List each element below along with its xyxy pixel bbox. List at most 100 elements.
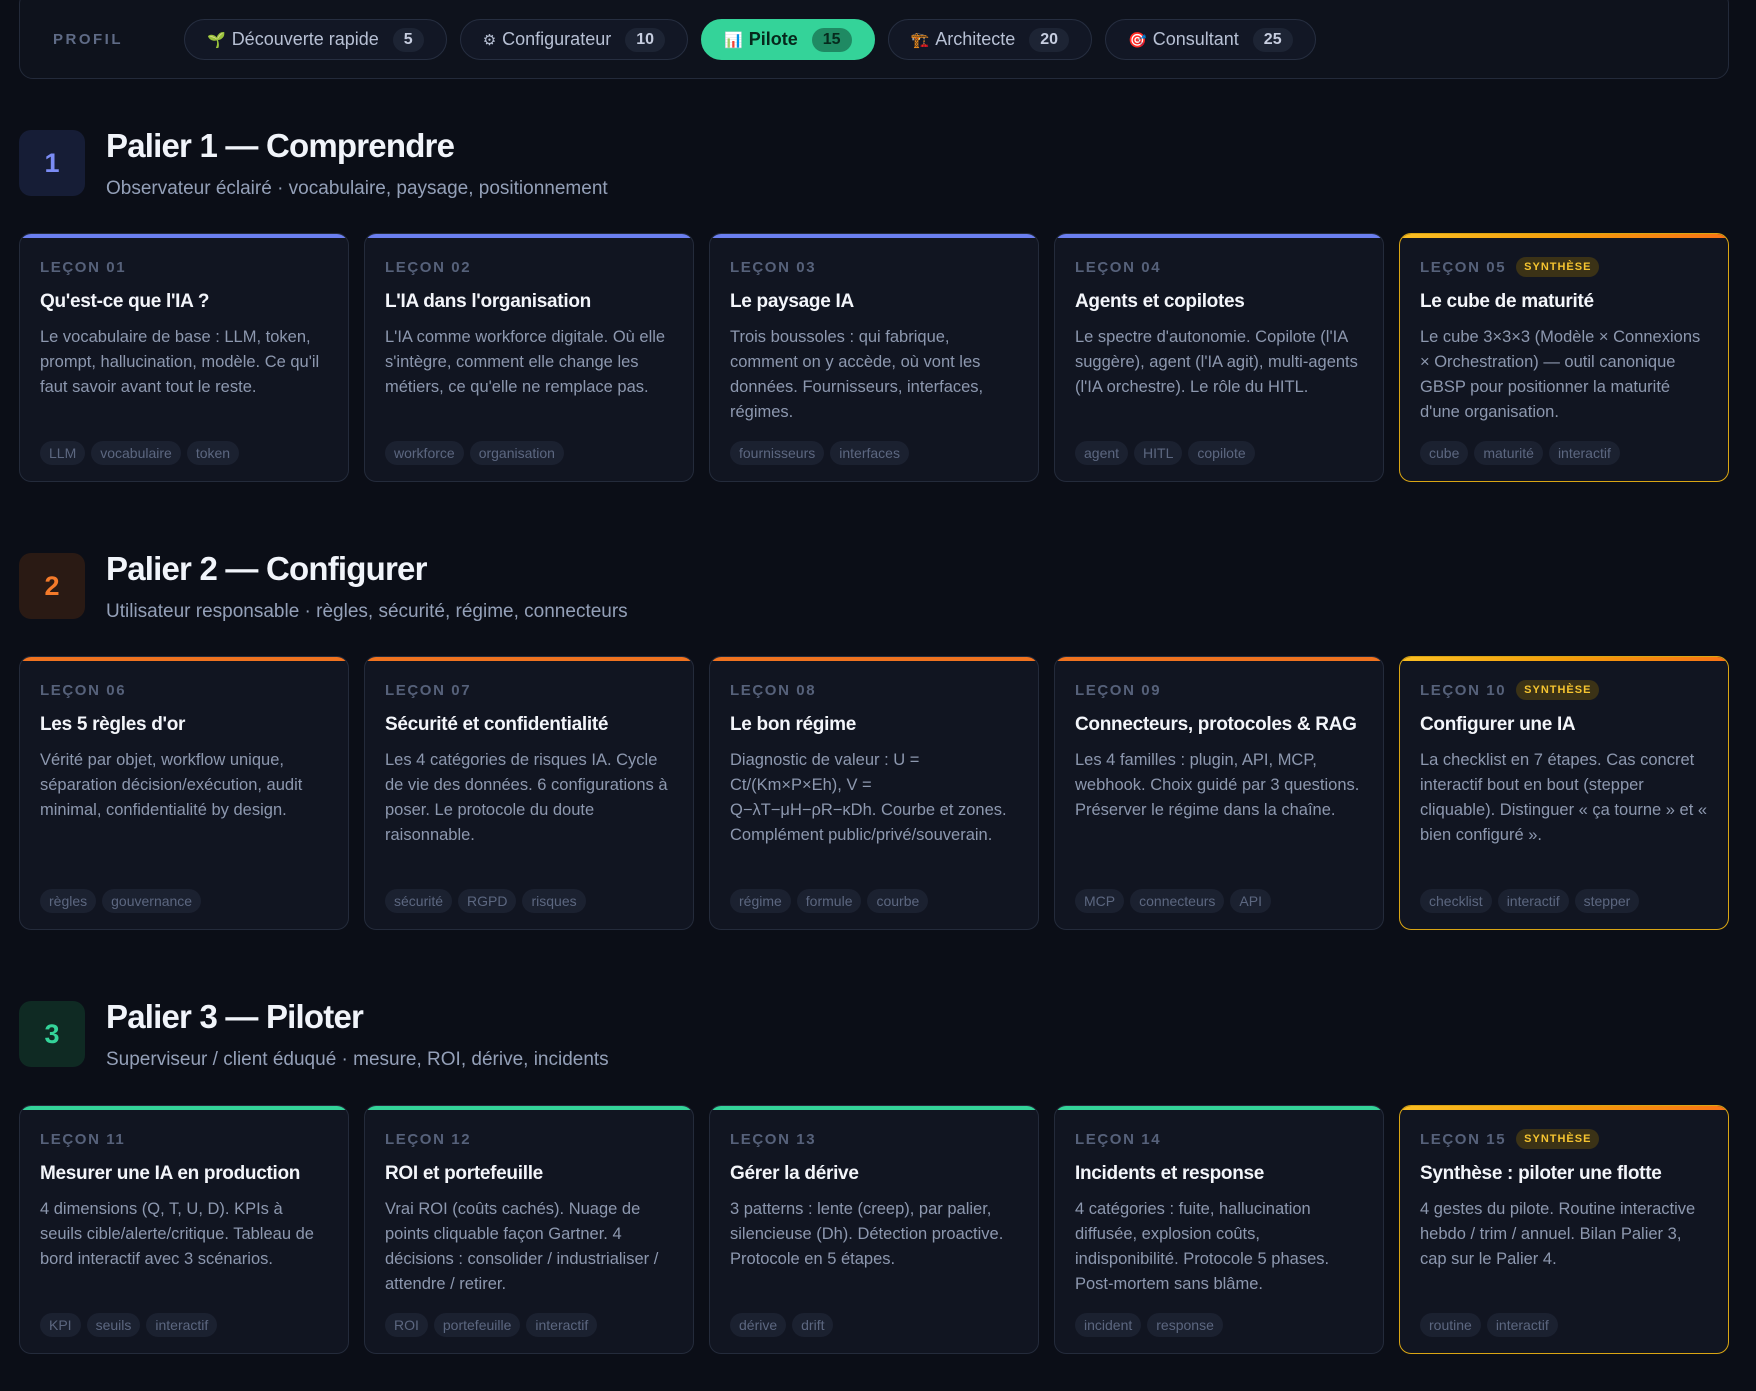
lesson-tags: LLM vocabulaire token [40,441,240,465]
target-icon: 🎯 [1128,31,1147,49]
profile-tab-count: 10 [625,27,666,52]
lesson-card-synthesis[interactable]: LEÇON 15 SYNTHÈSE Synthèse : piloter une… [1399,1105,1729,1354]
profile-tab-decouverte[interactable]: 🌱 Découverte rapide 5 [184,19,447,60]
lesson-tags: dérive drift [730,1313,834,1337]
lesson-cards: LEÇON 11 Mesurer une IA en production 4 … [19,1105,1729,1354]
tag: LLM [40,441,86,465]
lesson-tags: KPI seuils interactif [40,1313,218,1337]
tag: RGPD [458,889,517,913]
lesson-title: Le cube de maturité [1420,291,1594,312]
lesson-card-synthesis[interactable]: LEÇON 05 SYNTHÈSE Le cube de maturité Le… [1399,233,1729,482]
profile-tab-label: Consultant [1152,29,1239,49]
profile-tab-label: Configurateur [502,29,612,49]
profile-tab-architecte[interactable]: 🏗️ Architecte 20 [887,19,1093,60]
lesson-tags: agent HITL copilote [1075,441,1255,465]
tag: vocabulaire [91,441,181,465]
lesson-number-row: LEÇON 05 SYNTHÈSE [1420,257,1708,277]
lesson-number: LEÇON 06 [40,681,127,699]
lesson-tags: routine interactif [1420,1313,1558,1337]
profile-tab-consultant[interactable]: 🎯 Consultant 25 [1105,19,1316,60]
lesson-tags: fournisseurs interfaces [730,441,909,465]
lesson-number: LEÇON 03 [730,258,817,276]
synthesis-badge: SYNTHÈSE [1516,680,1600,700]
tag: interactif [1497,889,1569,913]
tag: fournisseurs [730,441,825,465]
synthesis-badge: SYNTHÈSE [1516,257,1600,277]
lesson-card[interactable]: LEÇON 04 Agents et copilotes Le spectre … [1054,233,1384,482]
tag: checklist [1420,889,1492,913]
tag: MCP [1075,889,1125,913]
tag: portefeuille [433,1313,521,1337]
lesson-tags: MCP connecteurs API [1075,889,1271,913]
lesson-description: Vérité par objet, workflow unique, sépar… [40,751,303,819]
lesson-card[interactable]: LEÇON 11 Mesurer une IA en production 4 … [19,1105,349,1354]
lesson-description: 3 patterns : lente (creep), par palier, … [730,1200,1004,1268]
lesson-description: Le spectre d'autonomie. Copilote (l'IA s… [1075,328,1358,396]
lesson-number-row: LEÇON 10 SYNTHÈSE [1420,680,1708,700]
tag: courbe [867,889,929,913]
lesson-title: L'IA dans l'organisation [385,291,591,312]
lesson-number: LEÇON 04 [1075,258,1162,276]
lesson-description: Le vocabulaire de base : LLM, token, pro… [40,328,320,396]
tag: interactif [146,1313,218,1337]
lesson-number: LEÇON 07 [385,681,472,699]
lesson-tags: cube maturité interactif [1420,441,1620,465]
lesson-number: LEÇON 13 [730,1130,817,1148]
lesson-card-synthesis[interactable]: LEÇON 10 SYNTHÈSE Configurer une IA La c… [1399,656,1729,930]
lesson-card[interactable]: LEÇON 07 Sécurité et confidentialité Les… [364,656,694,930]
lesson-number: LEÇON 14 [1075,1130,1162,1148]
lesson-tags: checklist interactif stepper [1420,889,1640,913]
lesson-card[interactable]: LEÇON 12 ROI et portefeuille Vrai ROI (c… [364,1105,694,1354]
tier-number-badge: 2 [19,553,85,619]
lesson-title: Le paysage IA [730,291,854,312]
tag: drift [792,1313,834,1337]
lesson-title: Qu'est-ce que l'IA ? [40,291,210,312]
tier-section-3: 3 Palier 3 — Piloter Superviseur / clien… [19,998,1729,1354]
lesson-card[interactable]: LEÇON 01 Qu'est-ce que l'IA ? Le vocabul… [19,233,349,482]
tag: copilote [1188,441,1255,465]
lesson-title: Le bon régime [730,714,856,735]
lesson-number: LEÇON 09 [1075,681,1162,699]
lesson-card[interactable]: LEÇON 13 Gérer la dérive 3 patterns : le… [709,1105,1039,1354]
tag: formule [796,889,862,913]
lesson-card[interactable]: LEÇON 14 Incidents et response 4 catégor… [1054,1105,1384,1354]
tag: routine [1420,1313,1481,1337]
profile-tab-label: Pilote [748,29,798,49]
lesson-number: LEÇON 01 [40,258,127,276]
lesson-card[interactable]: LEÇON 02 L'IA dans l'organisation L'IA c… [364,233,694,482]
lesson-tags: workforce organisation [385,441,564,465]
lesson-title: Connecteurs, protocoles & RAG [1075,714,1357,735]
tier-section-1: 1 Palier 1 — Comprendre Observateur écla… [19,127,1729,482]
tag: agent [1075,441,1129,465]
lesson-card[interactable]: LEÇON 03 Le paysage IA Trois boussoles :… [709,233,1039,482]
lesson-card[interactable]: LEÇON 09 Connecteurs, protocoles & RAG L… [1054,656,1384,930]
lesson-number-row: LEÇON 15 SYNTHÈSE [1420,1129,1708,1149]
tag: HITL [1134,441,1183,465]
lesson-card[interactable]: LEÇON 08 Le bon régime Diagnostic de val… [709,656,1039,930]
lesson-description: Vrai ROI (coûts cachés). Nuage de points… [385,1200,659,1293]
tier-title: Palier 3 — Piloter [106,998,364,1035]
tier-header: 1 Palier 1 — Comprendre Observateur écla… [19,127,1729,230]
profile-tab-count: 5 [392,27,424,52]
lesson-tags: régime formule courbe [730,889,929,913]
tag: API [1230,889,1271,913]
tag: seuils [86,1313,141,1337]
profile-bar: PROFIL 🌱 Découverte rapide 5 ⚙ Configura… [19,0,1729,79]
tier-title: Palier 2 — Configurer [106,550,427,587]
tag: interactif [1486,1313,1558,1337]
tag: interfaces [830,441,909,465]
profile-tab-count: 15 [811,27,852,52]
lesson-card[interactable]: LEÇON 06 Les 5 règles d'or Vérité par ob… [19,656,349,930]
profile-tab-pilote[interactable]: 📊 Pilote 15 [701,19,875,60]
tag: règles [40,889,97,913]
tier-subtitle: Observateur éclairé · vocabulaire, paysa… [106,178,608,199]
lesson-description: 4 dimensions (Q, T, U, D). KPIs à seuils… [40,1200,314,1268]
profile-tab-count: 25 [1252,27,1293,52]
tag: gouvernance [102,889,202,913]
profile-label: PROFIL [53,31,123,48]
profile-tab-configurateur[interactable]: ⚙ Configurateur 10 [459,19,689,60]
lesson-number: LEÇON 05 [1420,258,1507,276]
lesson-number: LEÇON 10 [1420,681,1507,699]
lesson-title: Gérer la dérive [730,1163,859,1184]
tag: interactif [1548,441,1620,465]
